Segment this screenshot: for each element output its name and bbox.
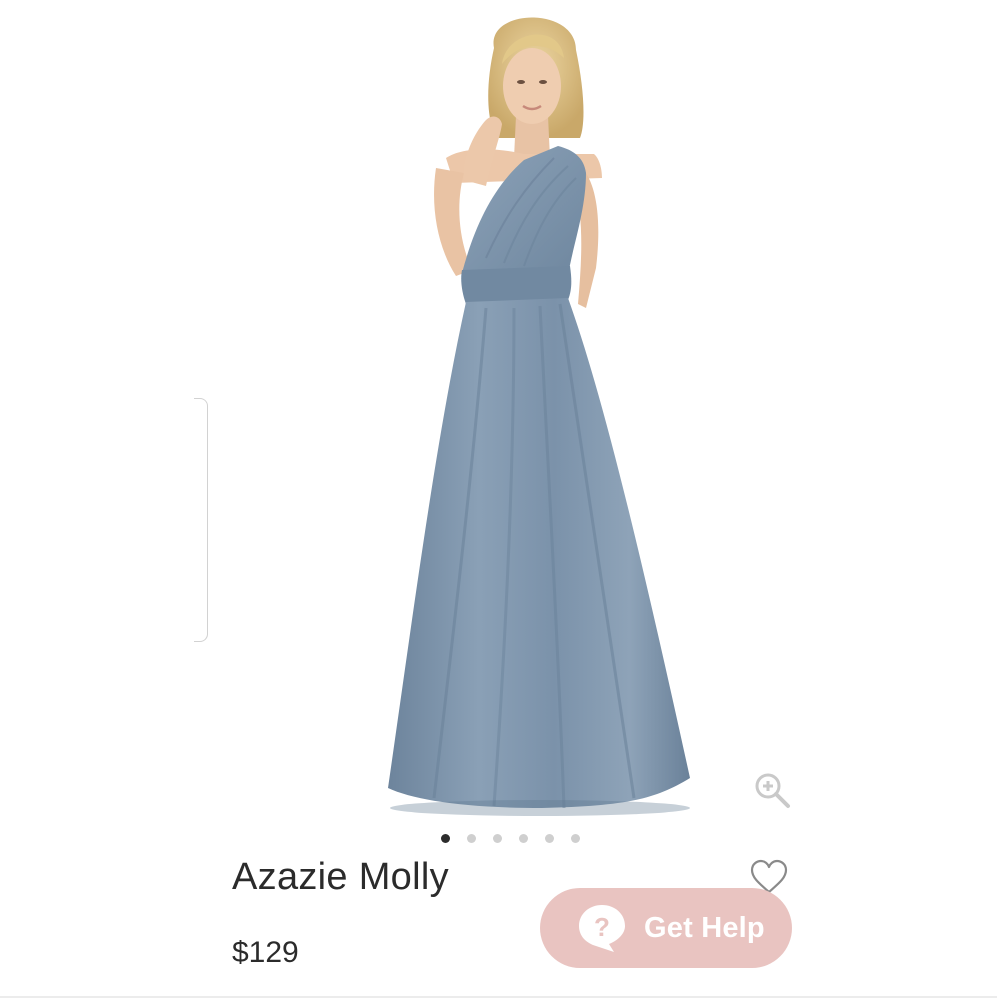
product-price: $129: [232, 936, 299, 969]
carousel-dot-1[interactable]: [441, 834, 450, 843]
svg-text:?: ?: [594, 912, 610, 942]
question-bubble-icon: ?: [576, 902, 628, 954]
carousel-dot-4[interactable]: [519, 834, 528, 843]
carousel-dot-5[interactable]: [545, 834, 554, 843]
dress-photo: [388, 17, 690, 816]
carousel-side-handle[interactable]: [194, 398, 208, 642]
image-carousel-indicators: [0, 834, 997, 843]
zoom-in-icon[interactable]: [752, 770, 792, 810]
carousel-dot-2[interactable]: [467, 834, 476, 843]
get-help-button[interactable]: ? Get Help: [540, 888, 792, 968]
product-title: Azazie Molly: [232, 856, 449, 898]
carousel-dot-3[interactable]: [493, 834, 502, 843]
divider: [0, 996, 997, 998]
get-help-label: Get Help: [644, 911, 765, 944]
carousel-dot-6[interactable]: [571, 834, 580, 843]
product-image[interactable]: [224, 8, 824, 823]
